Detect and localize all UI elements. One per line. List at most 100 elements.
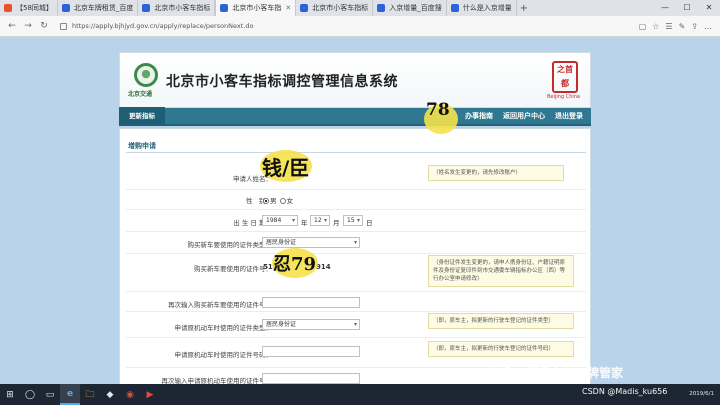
chevron-down-icon: ▾ [353,239,357,246]
divider [126,311,586,312]
old-car-id-number-input[interactable] [262,346,360,357]
url-field[interactable]: https://apply.bjhjyd.gov.cn/apply/replac… [60,19,631,34]
notes-icon[interactable]: ✎ [679,22,686,31]
chevron-down-icon: ▾ [291,217,295,224]
application-form: 增购申请 申请人姓名： （姓名发生变更的，请先修改账户） 性 别： 男 女 出 … [119,128,591,388]
task-view-icon[interactable]: ▭ [40,384,60,405]
dob-year-unit: 年 [301,219,308,227]
hub-icon[interactable]: ☰ [665,22,672,31]
dob-month-select[interactable]: 12 ▾ [310,215,330,226]
old-car-id-type-label: 申请原机动车时使用的证件类型： [174,324,273,332]
main-navbar: 更新指标 办事指南 返回用户中心 退出登录 [119,107,591,126]
divider [126,152,586,153]
capital-seal-icon: 之首都 [552,61,578,93]
nav-links: 办事指南 返回用户中心 退出登录 [465,111,591,121]
tab-baidu-increment[interactable]: 入京增量_百度搜 [373,0,447,16]
chevron-down-icon: ▾ [323,217,327,224]
address-bar: ← → ↻ https://apply.bjhjyd.gov.cn/apply/… [0,16,720,37]
chevron-down-icon: ▾ [353,321,357,328]
logo-caption: 北京交通 [128,91,153,98]
id-type-value: 居民身份证 [266,239,297,246]
tab-label: 北京市小客车指标 [312,4,369,12]
id-confirm-input[interactable] [262,297,360,308]
dob-month-value: 12 [314,217,322,224]
browser-tools: ▢ ☆ ☰ ✎ ⇪ … [639,22,712,31]
beijing-transport-logo-icon [134,63,158,87]
clock-date: 2019/6/1 [689,391,714,397]
tab-58tongcheng[interactable]: 【58同城】 [0,0,58,16]
old-car-id-type-select[interactable]: 居民身份证 ▾ [262,319,360,330]
id-confirm-label: 再次输入购买新车要使用的证件号： [168,301,272,309]
gender-male-label: 男 [270,197,277,205]
maximize-button[interactable]: ☐ [676,0,698,16]
id-number-suffix: 914 [316,263,331,271]
divider [126,231,586,232]
favorite-star-icon[interactable]: ☆ [652,22,659,31]
edge-browser-icon[interactable]: e [60,384,80,405]
back-button[interactable]: ← [4,21,20,31]
search-icon[interactable]: ◯ [20,384,40,405]
dob-day-select[interactable]: 15 ▾ [343,215,363,226]
taskbar-clock[interactable]: 2019/6/1 [689,391,714,398]
start-icon[interactable]: ⊞ [0,384,20,405]
tab-label: 北京市小客车指标 [154,4,211,12]
refresh-button[interactable]: ↻ [36,21,52,31]
old-car-id-confirm-input[interactable] [262,373,360,384]
tab-close-icon[interactable]: ✕ [285,4,291,12]
tab-favicon-icon [377,4,386,12]
minimize-button[interactable]: — [654,0,676,16]
tab-beijing-quota-1[interactable]: 北京市小客车指标 [138,0,216,16]
nav-current-section: 更新指标 [119,107,165,125]
chrome-icon[interactable]: ◉ [120,384,140,405]
new-tab-button[interactable]: + [517,3,531,14]
tab-favicon-icon [4,4,12,12]
divider [126,209,586,210]
tab-label: 【58同城】 [16,4,53,12]
divider [126,253,586,254]
zhihu-watermark: 知乎 @万鑫车务京牌管家 [487,366,624,380]
id-type-select[interactable]: 居民身份证 ▾ [262,237,360,248]
chevron-down-icon: ▾ [356,217,360,224]
nav-link-logout[interactable]: 退出登录 [555,111,583,121]
tab-label: 什么是入京增量 [462,4,512,12]
lock-icon [60,22,67,30]
site-title: 北京市小客车指标调控管理信息系统 [166,74,398,90]
nav-link-user-center[interactable]: 返回用户中心 [503,111,545,121]
tab-baidu-plate-rental[interactable]: 北京车牌租赁_百度 [58,0,139,16]
divider [126,291,586,292]
share-icon[interactable]: ⇪ [691,22,698,31]
handwritten-id-middle: 忍79 [273,254,317,275]
forward-button[interactable]: → [20,21,36,31]
store-icon[interactable]: ◆ [100,384,120,405]
url-text: https://apply.bjhjyd.gov.cn/apply/replac… [72,22,254,30]
close-window-button[interactable]: ✕ [698,0,720,16]
tab-label: 入京增量_百度搜 [389,4,442,12]
old-car-id-type-hint: （即，原车主，拟更新的行驶车登记的证件类型） [428,313,574,329]
browser-tab-strip: 【58同城】 北京车牌租赁_百度 北京市小客车指标 北京市小客车指 ✕ 北京市小… [0,0,720,16]
applicant-name-hint: （姓名发生变更的，请先修改账户） [428,165,564,181]
id-type-label: 购买新车要使用的证件类型： [187,241,273,249]
more-icon[interactable]: … [704,22,712,31]
tab-label: 北京市小客车指 [232,4,282,12]
gender-options: 男 女 [262,195,293,205]
csdn-watermark: CSDN @Madis_ku656 [582,387,668,396]
tab-beijing-quota-2[interactable]: 北京市小客车指标 [296,0,374,16]
old-car-id-number-label: 申请原机动车时使用的证件号码： [174,351,273,359]
nav-link-guide[interactable]: 办事指南 [465,111,493,121]
seal-caption: Beijing China [547,94,580,100]
gender-female-radio[interactable] [279,198,286,204]
gender-male-radio[interactable] [263,198,269,204]
media-player-icon[interactable]: ▶ [140,384,160,405]
divider [126,189,586,190]
tab-what-is-increment[interactable]: 什么是入京增量 [447,0,517,16]
dob-day-value: 15 [347,217,355,224]
tab-favicon-icon [220,4,229,12]
dob-year-select[interactable]: 1984 ▾ [262,215,298,226]
tab-beijing-quota-active[interactable]: 北京市小客车指 ✕ [215,0,297,16]
tab-favicon-icon [142,4,151,12]
file-explorer-icon[interactable]: 🗀 [80,384,100,405]
dob-year-value: 1984 [266,217,282,224]
reading-view-icon[interactable]: ▢ [639,22,647,31]
old-car-id-number-hint: （即，原车主，拟更新的行驶车登记的证件号码） [428,341,574,357]
handwritten-name: 钱/臣 [262,156,310,180]
